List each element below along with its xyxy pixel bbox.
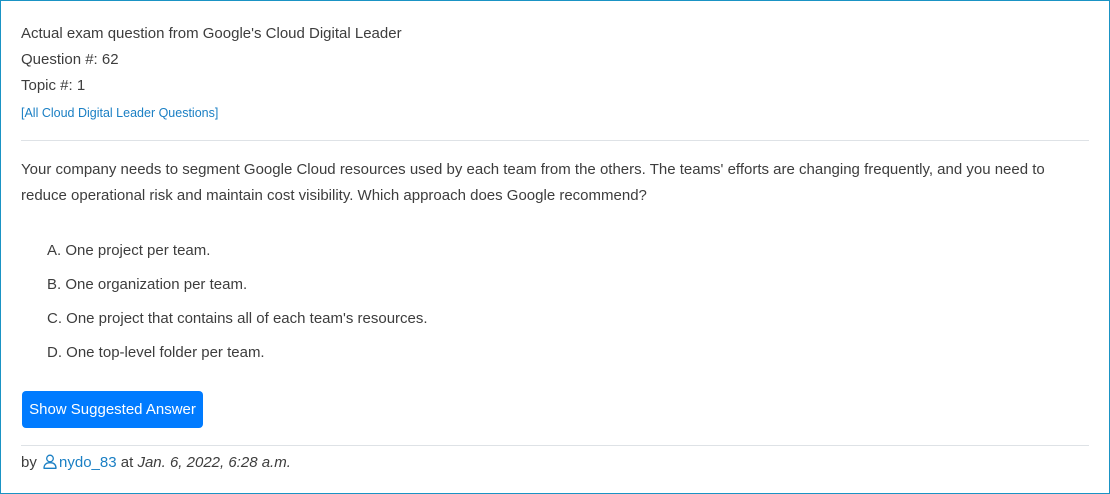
- post-meta: by nydo_83 at Jan. 6, 2022, 6:28 a.m.: [21, 451, 291, 477]
- footer-divider: [21, 445, 1089, 446]
- post-date: Jan. 6, 2022, 6:28 a.m.: [137, 454, 291, 471]
- topic-number: Topic #: 1: [21, 77, 86, 94]
- question-card: Actual exam question from Google's Cloud…: [0, 0, 1110, 494]
- all-questions-link[interactable]: [All Cloud Digital Leader Questions]: [21, 100, 218, 126]
- choice-b[interactable]: B. One organization per team.: [47, 273, 428, 307]
- user-icon: [43, 453, 57, 477]
- header-divider: [21, 140, 1089, 141]
- question-number: Question #: 62: [21, 51, 119, 68]
- choice-a[interactable]: A. One project per team.: [47, 239, 428, 273]
- choice-c[interactable]: C. One project that contains all of each…: [47, 307, 428, 341]
- by-label: by: [21, 454, 37, 471]
- author-username: nydo_83: [59, 454, 117, 471]
- choice-d[interactable]: D. One top-level folder per team.: [47, 341, 428, 375]
- author-link[interactable]: nydo_83: [41, 454, 117, 471]
- choices-list: A. One project per team. B. One organiza…: [47, 239, 428, 375]
- show-suggested-answer-button[interactable]: Show Suggested Answer: [22, 391, 203, 428]
- question-header: Actual exam question from Google's Cloud…: [21, 21, 402, 125]
- question-text: Your company needs to segment Google Clo…: [21, 161, 1045, 204]
- at-label: at: [120, 454, 134, 471]
- exam-title: Actual exam question from Google's Cloud…: [21, 25, 402, 42]
